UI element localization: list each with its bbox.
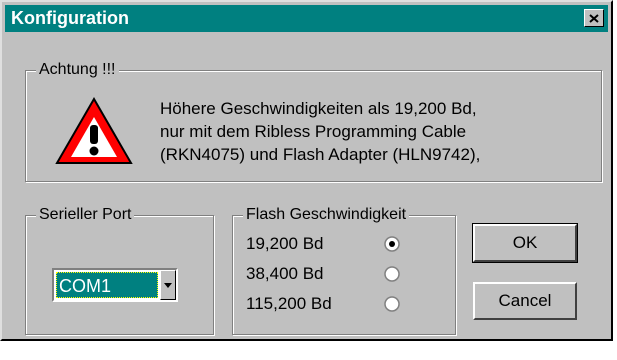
- warning-group-label: Achtung !!!: [36, 61, 119, 79]
- warning-line-3: (RKN4075) und Flash Adapter (HLN9742),: [160, 145, 481, 164]
- close-button[interactable]: [584, 9, 604, 27]
- speed-option-label: 115,200 Bd: [246, 294, 332, 313]
- title-bar[interactable]: Konfiguration: [5, 5, 608, 32]
- radio-button[interactable]: [384, 296, 400, 312]
- speed-option-19200[interactable]: 19,200 Bd: [246, 234, 416, 258]
- radio-button[interactable]: [384, 236, 400, 252]
- warning-message: Höhere Geschwindigkeiten als 19,200 Bd, …: [160, 97, 480, 166]
- speed-option-label: 19,200 Bd: [246, 234, 324, 253]
- serial-port-select[interactable]: COM1: [52, 268, 178, 302]
- close-icon: [589, 13, 599, 23]
- warning-line-2: nur mit dem Ribless Programming Cable: [160, 122, 467, 141]
- serial-port-group-label: Serieller Port: [36, 206, 135, 224]
- speed-option-38400[interactable]: 38,400 Bd: [246, 264, 416, 288]
- chevron-down-icon: [164, 282, 172, 288]
- serial-port-dropdown-button[interactable]: [160, 270, 176, 300]
- ok-button-label: OK: [512, 233, 538, 252]
- cancel-button-label: Cancel: [498, 291, 552, 310]
- ok-button[interactable]: OK: [472, 223, 578, 263]
- warning-line-1: Höhere Geschwindigkeiten als 19,200 Bd,: [160, 99, 477, 118]
- speed-option-label: 38,400 Bd: [246, 264, 324, 283]
- flash-speed-group-label: Flash Geschwindigkeit: [243, 206, 410, 224]
- config-dialog: Konfiguration Achtung !!! Höhere Geschwi…: [0, 0, 613, 341]
- cancel-button[interactable]: Cancel: [473, 282, 577, 320]
- window-title: Konfiguration: [11, 8, 129, 28]
- warning-triangle-icon: [55, 97, 133, 164]
- speed-option-115200[interactable]: 115,200 Bd: [246, 294, 416, 318]
- serial-port-value: COM1: [56, 272, 158, 298]
- radio-button[interactable]: [384, 266, 400, 282]
